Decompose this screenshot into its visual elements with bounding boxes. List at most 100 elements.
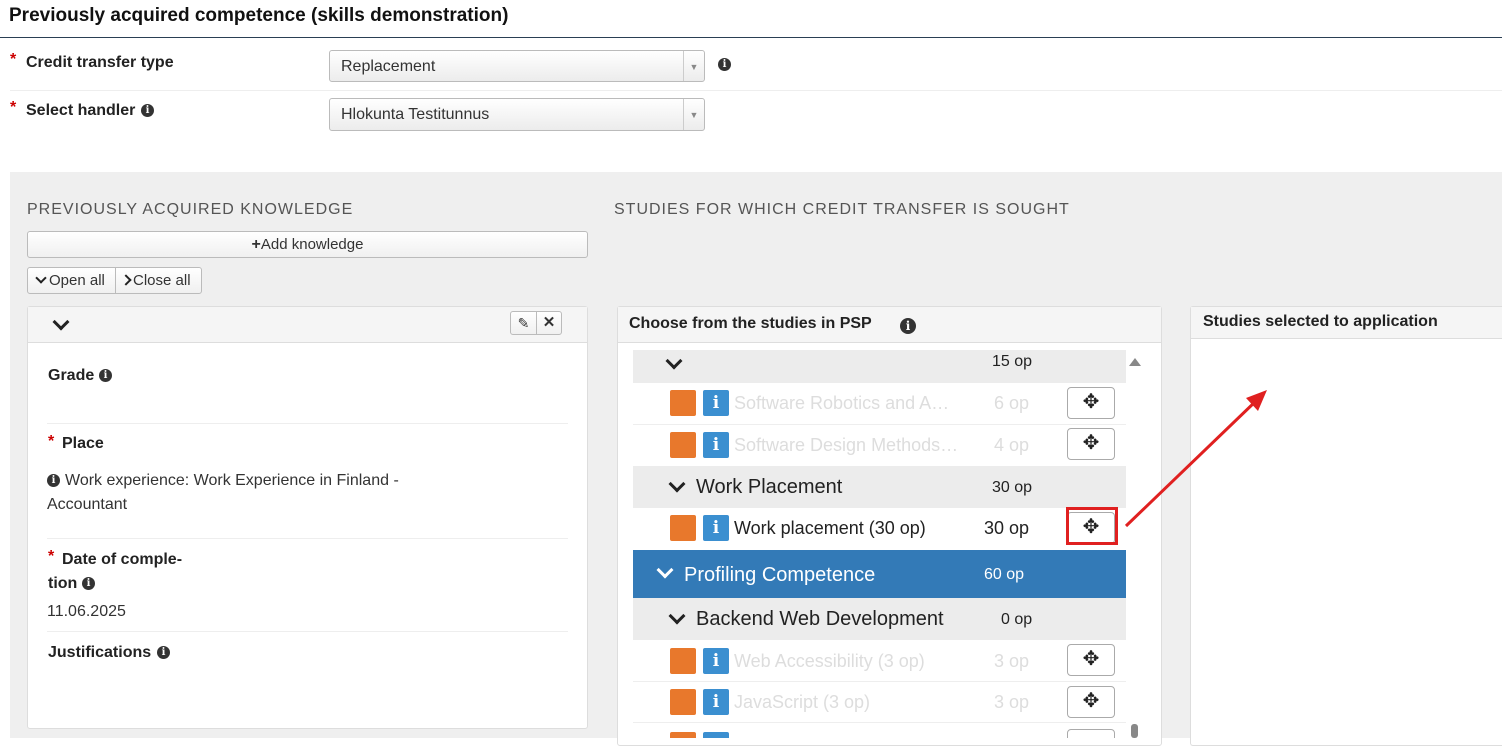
date-value: 11.06.2025: [47, 603, 126, 620]
date-label-cont: tion: [48, 575, 78, 592]
required-mark: *: [48, 548, 55, 565]
group-name: Work Placement: [696, 476, 843, 498]
info-icon[interactable]: i: [703, 515, 729, 541]
scrollbar-thumb[interactable]: [1131, 724, 1138, 738]
credits: 30 op: [992, 479, 1033, 496]
divider: [47, 423, 568, 424]
course-color-marker: [670, 732, 696, 738]
study-row[interactable]: i Software Design Methods… 4 op ✥: [633, 425, 1126, 466]
group-name: Profiling Competence: [684, 564, 876, 586]
dropdown-arrow-icon: ▼: [683, 99, 704, 130]
info-icon[interactable]: i: [703, 648, 729, 674]
course-color-marker: [670, 432, 696, 458]
info-icon[interactable]: i: [900, 318, 916, 334]
study-row[interactable]: i Web Accessibility (3 op) 3 op ✥: [633, 640, 1126, 682]
divider: [47, 631, 568, 632]
required-mark: *: [10, 99, 17, 116]
pencil-icon: ✎: [517, 315, 530, 331]
study-name: Software Robotics and A…: [734, 393, 950, 413]
study-row[interactable]: i Work placement (30 op) 30 op ✥: [633, 508, 1126, 550]
study-group-row[interactable]: Backend Web Development 0 op: [633, 598, 1126, 640]
knowledge-panel: [27, 306, 588, 729]
info-icon[interactable]: i: [141, 104, 154, 117]
course-color-marker: [670, 515, 696, 541]
credit-type-value: Replacement: [341, 58, 436, 75]
move-icon[interactable]: ✥: [1067, 387, 1115, 419]
selected-panel-title: Studies selected to application: [1203, 313, 1438, 330]
info-icon[interactable]: i: [703, 689, 729, 715]
credits: 60 op: [984, 566, 1025, 583]
study-row[interactable]: [633, 723, 1126, 738]
edit-button[interactable]: ✎: [510, 311, 537, 335]
plus-icon: +: [251, 236, 261, 253]
move-icon[interactable]: ✥: [1067, 686, 1115, 718]
title-divider: [0, 37, 1502, 38]
credits: 6 op: [994, 393, 1030, 413]
drag-direction-arrow: [1124, 390, 1267, 528]
page-title: Previously acquired competence (skills d…: [9, 5, 509, 26]
chevron-right-icon: [120, 274, 132, 286]
place-value-cont: Accountant: [47, 496, 128, 513]
study-name: Web Accessibility (3 op): [734, 651, 925, 671]
study-row[interactable]: i Software Robotics and A… 6 op ✥: [633, 383, 1126, 425]
grade-label: Grade: [48, 367, 95, 384]
add-knowledge-button[interactable]: +Add knowledge: [27, 231, 588, 258]
chevron-down-icon: [665, 352, 683, 370]
study-group-row[interactable]: Work Placement 30 op: [633, 466, 1126, 508]
chevron-down-icon: [35, 272, 47, 284]
study-name: Work placement (30 op): [734, 518, 926, 538]
studies-heading: STUDIES FOR WHICH CREDIT TRANSFER IS SOU…: [614, 201, 1070, 218]
credits: 0 op: [1001, 611, 1033, 628]
required-mark: *: [10, 51, 17, 68]
handler-select[interactable]: Hlokunta Testitunnus ▼: [329, 98, 705, 131]
close-all-button[interactable]: Close all: [115, 267, 202, 294]
credits: 3 op: [994, 692, 1030, 712]
divider: [10, 90, 1502, 91]
delete-button[interactable]: ✕: [536, 311, 562, 335]
group-name: Backend Web Development: [696, 608, 944, 630]
move-icon[interactable]: [1067, 729, 1115, 738]
study-name: Software Design Methods…: [734, 435, 959, 455]
knowledge-panel-header: [28, 307, 587, 343]
credits: 15 op: [992, 353, 1033, 370]
handler-value: Hlokunta Testitunnus: [341, 106, 490, 123]
place-value: Work experience: Work Experience in Finl…: [65, 472, 399, 489]
psp-panel-title: Choose from the studies in PSP: [629, 315, 872, 332]
open-all-button[interactable]: Open all: [27, 267, 116, 294]
justifications-label: Justifications: [48, 644, 152, 661]
credits: 3 op: [994, 651, 1030, 671]
study-name: JavaScript (3 op): [734, 692, 871, 712]
scroll-up-arrow-icon[interactable]: [1129, 358, 1141, 366]
course-color-marker: [670, 390, 696, 416]
study-group-row-selected[interactable]: Profiling Competence 60 op: [633, 550, 1126, 598]
info-icon[interactable]: i: [82, 577, 95, 590]
divider: [47, 538, 568, 539]
credits: 4 op: [994, 435, 1030, 455]
info-icon[interactable]: i: [718, 58, 731, 71]
move-icon[interactable]: ✥: [1067, 644, 1115, 676]
required-mark: *: [48, 433, 55, 450]
study-row[interactable]: i JavaScript (3 op) 3 op ✥: [633, 682, 1126, 723]
handler-label: Select handler: [26, 102, 136, 119]
info-icon[interactable]: i: [703, 390, 729, 416]
course-color-marker: [670, 689, 696, 715]
info-icon[interactable]: i: [157, 646, 170, 659]
date-label: Date of comple-: [62, 551, 183, 568]
dropdown-arrow-icon: ▼: [683, 51, 704, 81]
course-color-marker: [670, 648, 696, 674]
chevron-down-icon: [656, 561, 674, 579]
place-label: Place: [62, 435, 104, 452]
credits: 30 op: [984, 518, 1030, 538]
move-icon[interactable]: ✥: [1067, 428, 1115, 460]
info-icon[interactable]: i: [47, 474, 60, 487]
credit-type-label: Credit transfer type: [26, 54, 174, 71]
credit-type-select[interactable]: Replacement ▼: [329, 50, 705, 82]
info-icon[interactable]: [703, 732, 729, 738]
chevron-down-icon: [668, 607, 686, 625]
close-icon: ✕: [542, 314, 556, 331]
info-icon[interactable]: i: [703, 432, 729, 458]
info-icon[interactable]: i: [99, 369, 112, 382]
knowledge-heading: PREVIOUSLY ACQUIRED KNOWLEDGE: [27, 201, 354, 218]
chevron-down-icon: [668, 475, 686, 493]
study-group-row[interactable]: 15 op: [633, 350, 1126, 383]
